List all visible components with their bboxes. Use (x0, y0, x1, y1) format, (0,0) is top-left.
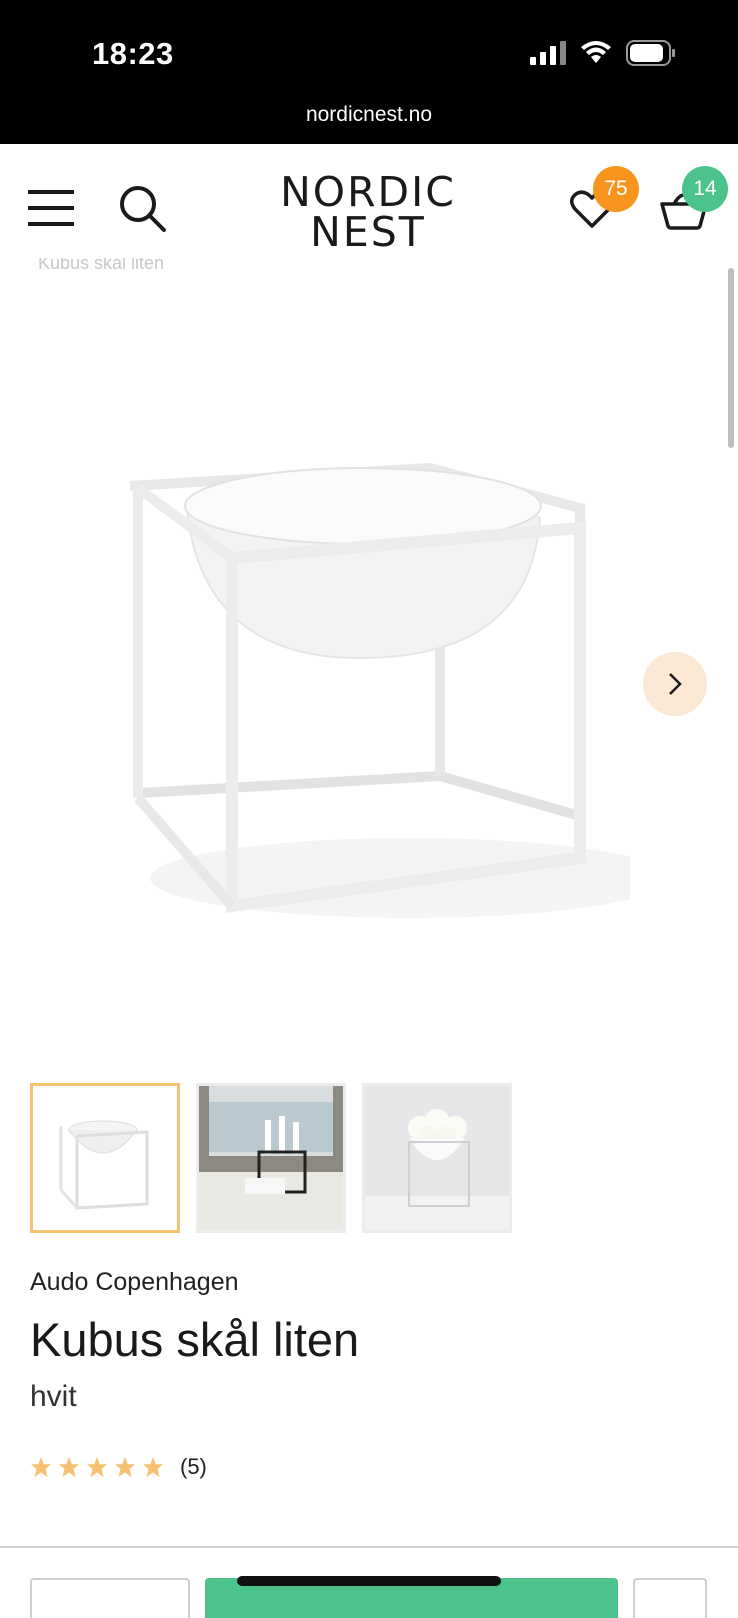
status-time: 18:23 (92, 36, 174, 71)
url-bar[interactable]: nordicnest.no (0, 100, 738, 144)
breadcrumb[interactable]: Kubus skål liten (38, 258, 164, 272)
logo-line1: NORDIC (280, 168, 456, 216)
next-image-button[interactable] (643, 652, 707, 716)
status-bar: 18:23 (0, 0, 738, 100)
quantity-selector[interactable] (30, 1578, 190, 1618)
thumbnail-candle-image (199, 1086, 343, 1230)
wifi-icon (581, 41, 611, 63)
cart-count-badge: 14 (682, 166, 728, 212)
star-icon (86, 1456, 108, 1478)
product-rating[interactable]: (5) (30, 1454, 207, 1480)
product-title: Kubus skål liten (30, 1313, 360, 1366)
status-icons (530, 40, 676, 66)
thumbnail-2[interactable] (196, 1083, 346, 1233)
review-count: (5) (180, 1454, 207, 1479)
thumbnail-strip (30, 1083, 512, 1233)
wishlist-count-badge: 75 (593, 166, 639, 212)
product-brand[interactable]: Audo Copenhagen (30, 1268, 239, 1297)
star-icon (30, 1456, 52, 1478)
cellular-signal-icon (530, 41, 566, 65)
site-logo[interactable]: NORDIC NEST (278, 168, 458, 256)
thumbnail-bowl-image (33, 1086, 177, 1230)
add-to-wishlist-button[interactable] (633, 1578, 707, 1618)
menu-icon[interactable] (28, 188, 76, 228)
battery-icon (626, 40, 675, 66)
thumbnail-3[interactable] (362, 1083, 512, 1233)
product-image-gallery[interactable] (0, 268, 738, 1048)
thumbnail-roses-image (365, 1086, 509, 1230)
home-indicator (237, 1576, 501, 1586)
logo-line2: NEST (310, 208, 426, 256)
search-icon[interactable] (118, 184, 168, 234)
chevron-right-icon (669, 673, 682, 695)
product-variant: hvit (30, 1380, 77, 1413)
star-icon (114, 1456, 136, 1478)
star-icon (142, 1456, 164, 1478)
star-icon (58, 1456, 80, 1478)
divider (0, 1546, 738, 1548)
thumbnail-1[interactable] (30, 1083, 180, 1233)
scrollbar-thumb[interactable] (728, 268, 734, 448)
product-image (129, 462, 630, 918)
site-header: NORDIC NEST 75 14 (0, 144, 738, 272)
